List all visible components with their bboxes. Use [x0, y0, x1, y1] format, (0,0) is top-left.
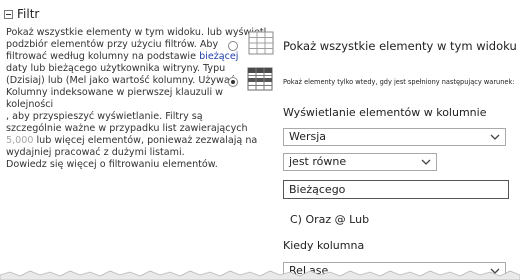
filter-learn-more-link[interactable]: Dowiedz się więcej o filtrowaniu element… [6, 159, 268, 171]
help-line-part: filtrować według kolumny na podstawie [6, 51, 200, 62]
help-line-part: lub więcej elementów, ponieważ zezwalają… [33, 135, 258, 146]
help-count: 5,000 [6, 135, 34, 146]
help-line: wydajniej pracować z dużymi listami. [6, 147, 185, 158]
operator-select[interactable]: jest równe [283, 153, 437, 171]
and-or-radio-group[interactable]: C) Oraz @ Lub [290, 213, 369, 226]
filtered-grid-icon [247, 67, 273, 91]
show-all-label[interactable]: Pokaż wszystkie elementy w tym widoku [283, 39, 517, 53]
help-line: daty lub bieżącego użytkownika witryny. … [6, 63, 226, 74]
help-highlight: bieżącej [199, 51, 239, 62]
help-line: 5,000 lub więcej elementów, ponieważ zez… [6, 135, 268, 147]
filter-value-text: Bieżącego [289, 183, 346, 196]
section-title: Filtr [17, 7, 40, 21]
help-line: szczególnie ważne w przypadku list zawie… [6, 123, 248, 134]
collapse-icon[interactable] [4, 9, 13, 19]
column-filter-heading: Wyświetlanie elementów w kolumnie [283, 106, 487, 119]
help-line: , aby przyspieszyć wyświetlanie. Filtry … [6, 111, 203, 122]
help-line: Kolumny indeksowane w pierwszej klauzuli… [6, 87, 224, 110]
table-grid-icon [248, 31, 274, 55]
filter-section-header[interactable]: Filtr [4, 6, 39, 22]
chevron-down-icon [490, 134, 500, 140]
show-filtered-radio[interactable] [228, 77, 238, 87]
torn-edge-decoration [0, 270, 520, 280]
show-filtered-label[interactable]: Pokaż elementy tylko wtedy, gdy jest spe… [283, 78, 515, 86]
operator-select-value: jest równe [289, 155, 347, 168]
column-select-value: Wersja [289, 130, 327, 143]
chevron-down-icon [421, 159, 431, 165]
filter-value-input[interactable]: Bieżącego [283, 180, 509, 199]
help-line: filtrować według kolumny na podstawie bi… [6, 51, 268, 63]
show-all-radio[interactable] [228, 41, 238, 51]
help-line: Pokaż wszystkie elementy w tym widoku. l… [6, 27, 267, 38]
column-select[interactable]: Wersja [283, 128, 506, 146]
when-column-label: Kiedy kolumna [283, 239, 365, 252]
